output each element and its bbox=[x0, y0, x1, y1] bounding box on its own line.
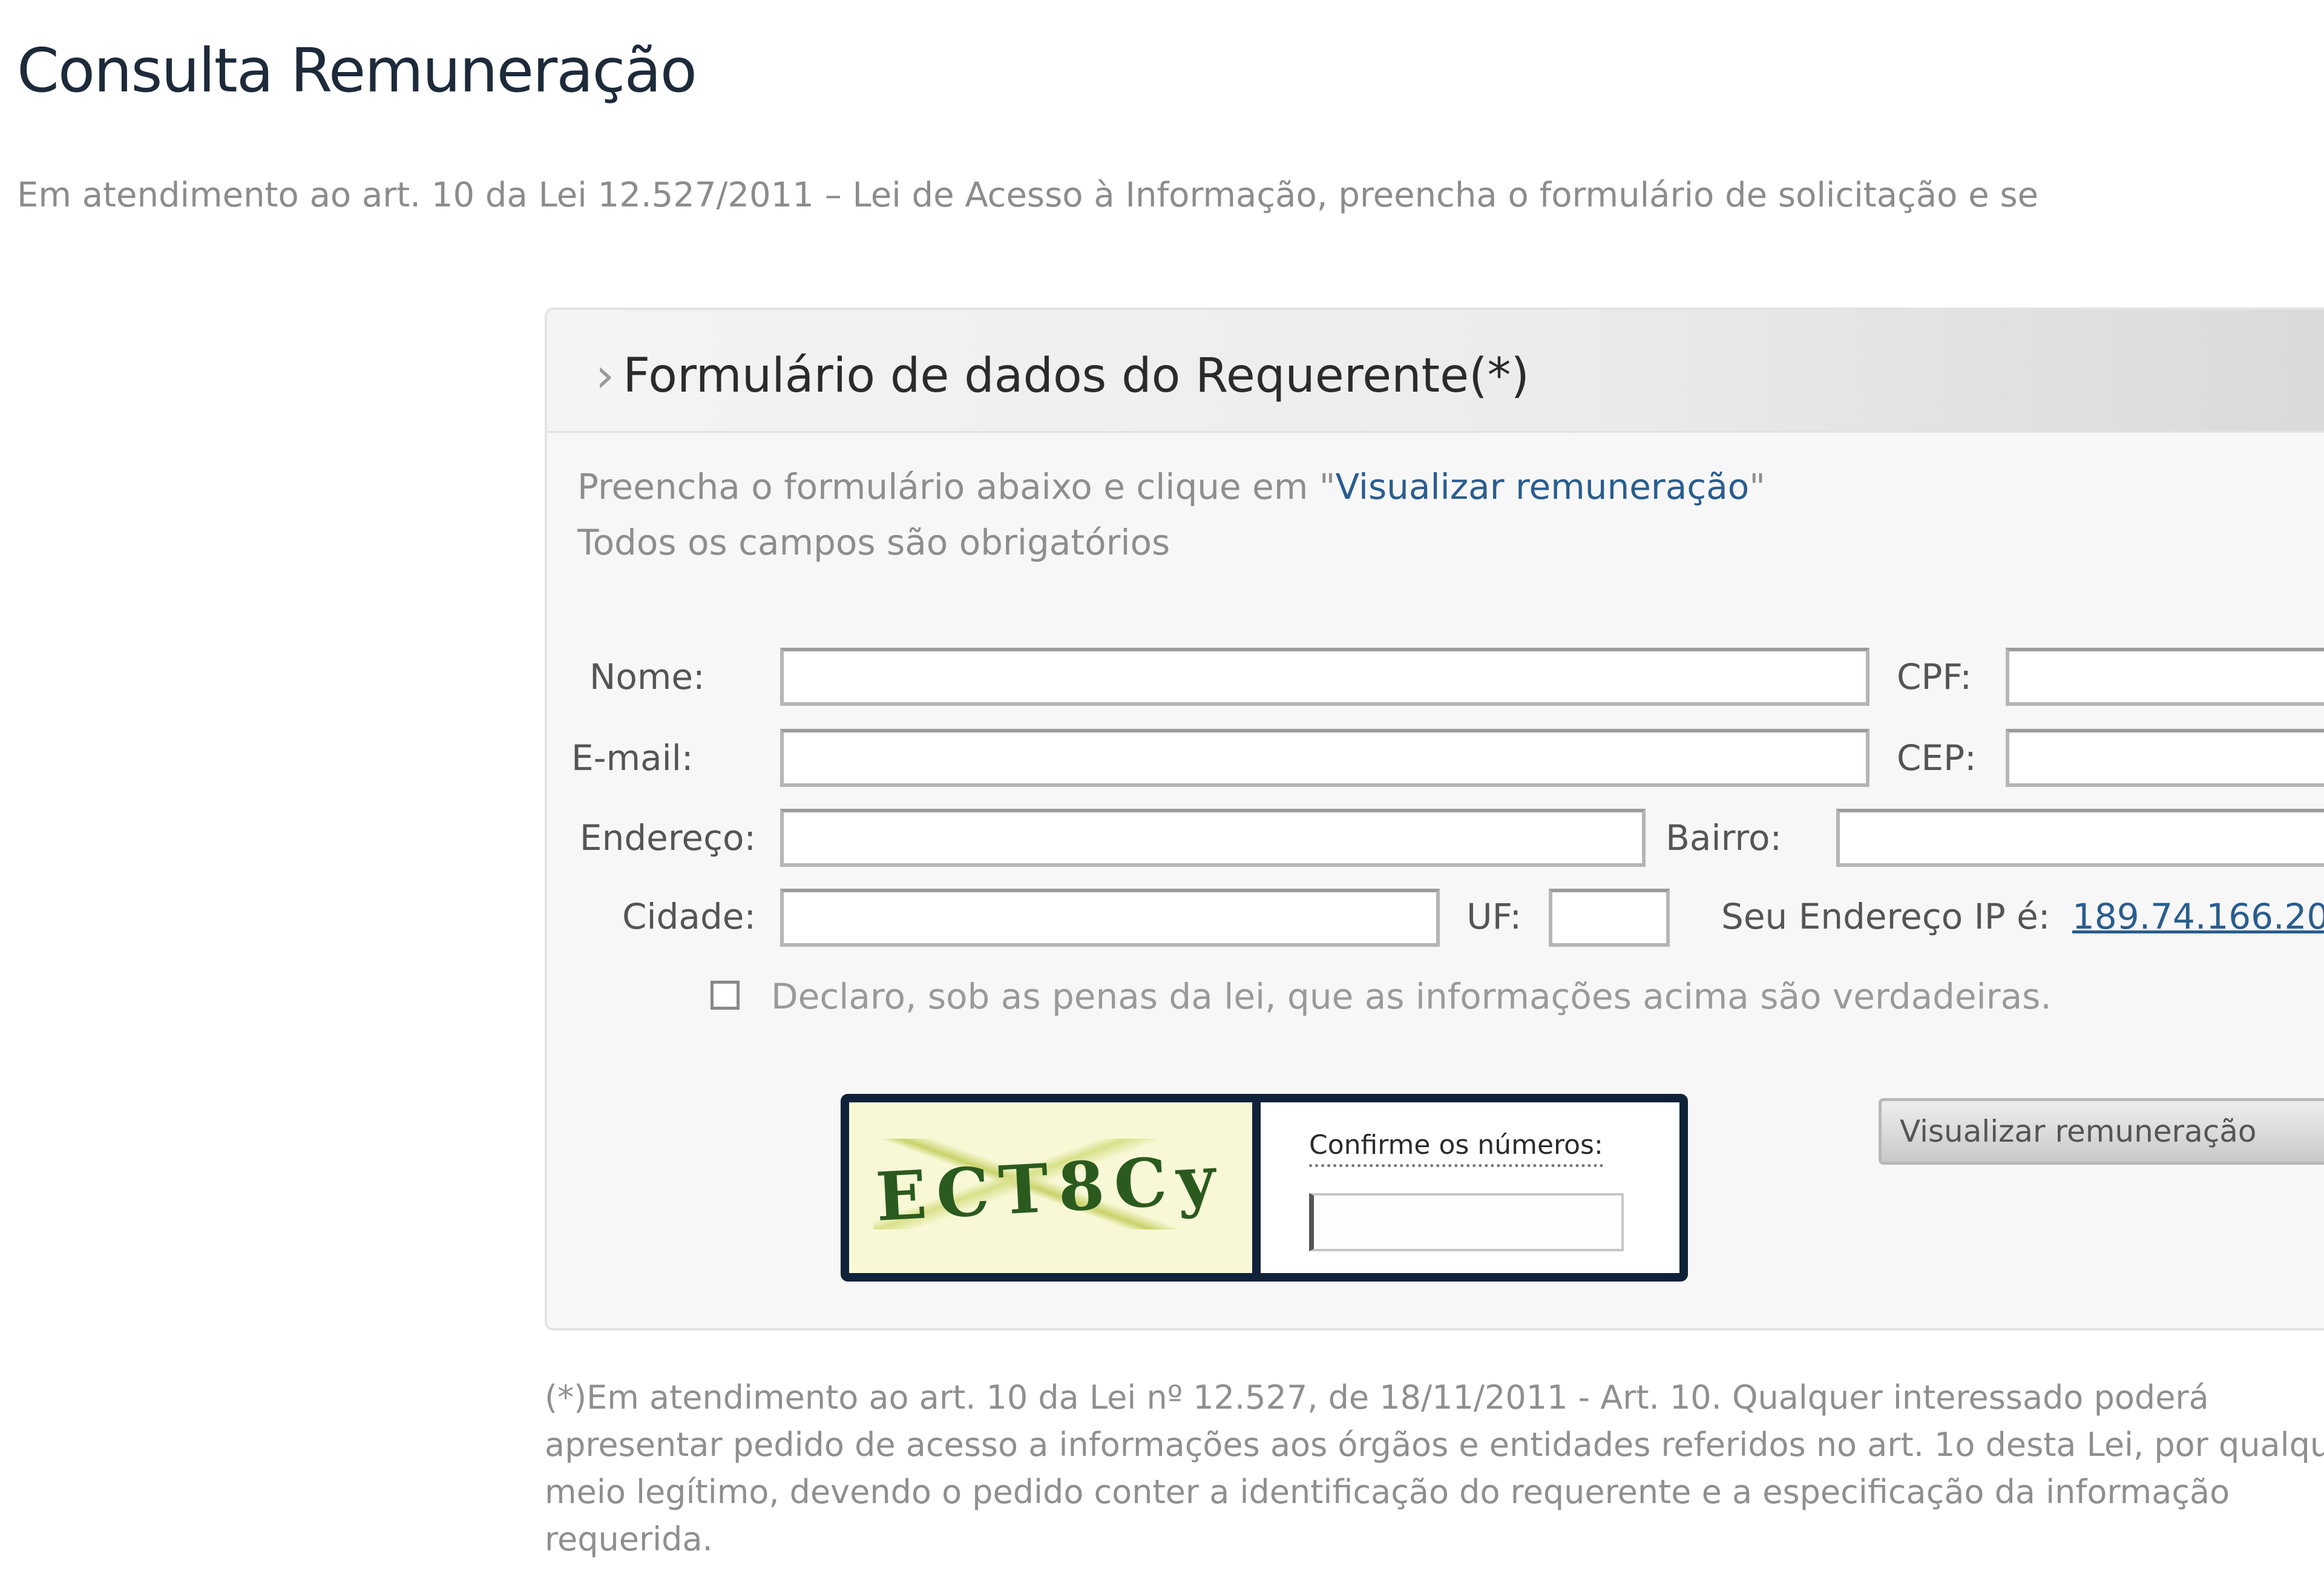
email-label: E-mail: bbox=[571, 737, 694, 778]
intro-text: Em atendimento ao art. 10 da Lei 12.527/… bbox=[17, 176, 2039, 215]
form-instructions: Preencha o formulário abaixo e clique em… bbox=[577, 466, 1765, 507]
page-title: Consulta Remuneração bbox=[17, 35, 697, 106]
instructions-link: Visualizar remuneração bbox=[1335, 466, 1750, 507]
form-header: › Formulário de dados do Requerente(*) bbox=[547, 310, 2324, 433]
footnote-line-3: meio legítimo, devendo o pedido conter a… bbox=[545, 1473, 2230, 1511]
endereco-label: Endereço: bbox=[579, 817, 756, 858]
legal-footnote: (*)Em atendimento ao art. 10 da Lei nº 1… bbox=[545, 1374, 2324, 1563]
instructions-suffix: " bbox=[1749, 466, 1765, 507]
form-title: › Formulário de dados do Requerente(*) bbox=[596, 349, 1529, 403]
form-required-note: Todos os campos são obrigatórios bbox=[577, 522, 1170, 563]
declaration-checkbox[interactable] bbox=[711, 981, 740, 1010]
captcha-input-area: Confirme os números: bbox=[1261, 1102, 1679, 1273]
instructions-prefix: Preencha o formulário abaixo e clique em… bbox=[577, 466, 1336, 507]
captcha-input[interactable] bbox=[1309, 1193, 1624, 1251]
endereco-input[interactable] bbox=[780, 809, 1646, 867]
nome-input[interactable] bbox=[780, 648, 1869, 706]
captcha-label: Confirme os números: bbox=[1309, 1130, 1603, 1167]
cidade-label: Cidade: bbox=[622, 896, 756, 937]
captcha-image: ECT8Cy bbox=[849, 1102, 1261, 1273]
footnote-line-4: requerida. bbox=[545, 1520, 713, 1558]
ip-value: 189.74.166.20 bbox=[2072, 896, 2324, 937]
email-input[interactable] bbox=[780, 729, 1869, 787]
form-title-text: Formulário de dados do Requerente(*) bbox=[623, 349, 1529, 403]
view-remuneration-button[interactable]: Visualizar remuneração bbox=[1879, 1098, 2324, 1165]
uf-label: UF: bbox=[1466, 896, 1521, 937]
bairro-input[interactable] bbox=[1836, 809, 2324, 867]
uf-input[interactable] bbox=[1549, 889, 1670, 947]
cpf-label: CPF: bbox=[1897, 656, 1972, 697]
cep-input[interactable] bbox=[2006, 729, 2324, 787]
footnote-line-1: (*)Em atendimento ao art. 10 da Lei nº 1… bbox=[545, 1378, 2209, 1417]
header-bullet-icon: › bbox=[596, 349, 615, 403]
requester-form-panel: › Formulário de dados do Requerente(*) Pr… bbox=[545, 308, 2324, 1331]
cidade-input[interactable] bbox=[780, 889, 1440, 947]
nome-label: Nome: bbox=[589, 656, 705, 697]
ip-label: Seu Endereço IP é: bbox=[1721, 896, 2050, 937]
cpf-input[interactable] bbox=[2006, 648, 2324, 706]
declaration-text: Declaro, sob as penas da lei, que as inf… bbox=[771, 976, 2052, 1017]
bairro-label: Bairro: bbox=[1666, 817, 1782, 858]
captcha-box: ECT8Cy Confirme os números: bbox=[841, 1094, 1688, 1282]
footnote-line-2: apresentar pedido de acesso a informaçõe… bbox=[545, 1426, 2324, 1464]
cep-label: CEP: bbox=[1897, 737, 1977, 778]
